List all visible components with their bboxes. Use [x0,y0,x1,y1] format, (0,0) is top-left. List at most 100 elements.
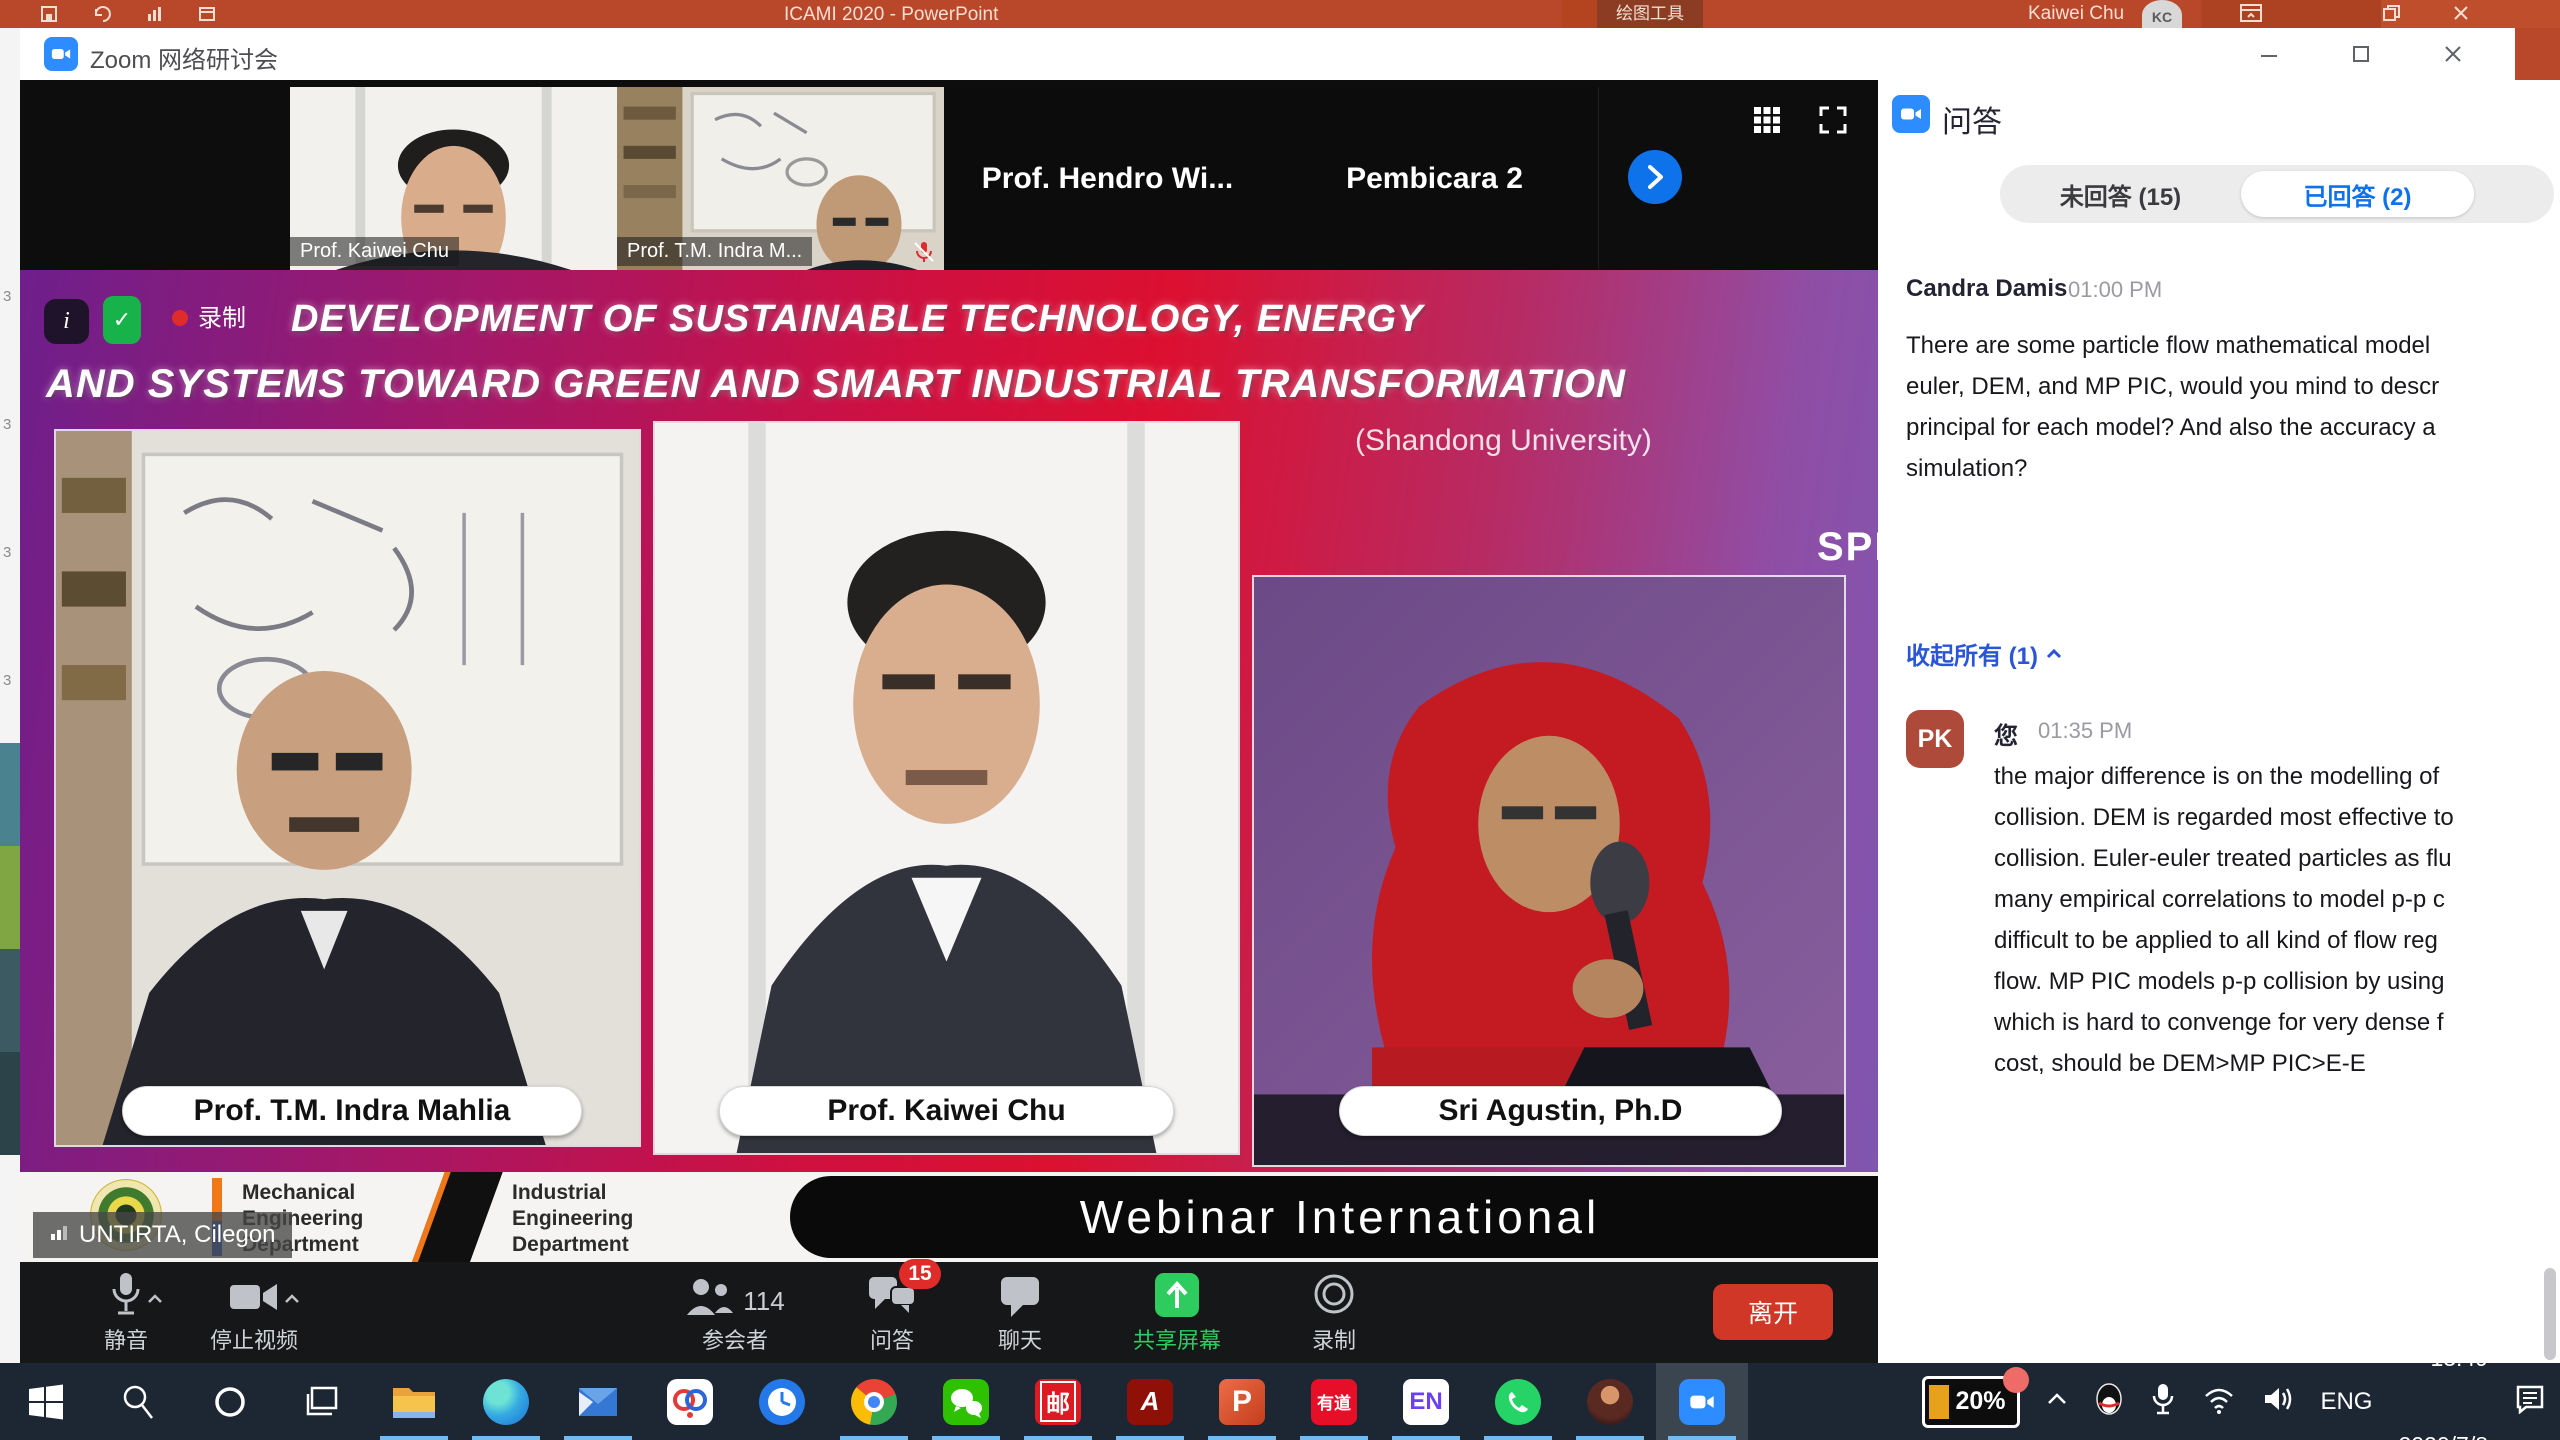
gallery-view-icon[interactable] [1752,105,1782,135]
recording-dot-icon [172,310,188,326]
system-tray: 20% ENG 13:49 2020/7/8 [1922,1286,2560,1440]
speaker-nameplate: Sri Agustin, Ph.D [1339,1086,1782,1136]
cortana-icon[interactable] [184,1363,276,1440]
video-options-caret[interactable] [284,1285,300,1311]
language-indicator[interactable]: ENG [2320,1388,2372,1416]
record-icon [1311,1271,1357,1317]
acrobat-icon[interactable]: A [1104,1363,1196,1440]
speaker-nameplate: Prof. T.M. Indra Mahlia [122,1086,582,1136]
zoom-taskbar-icon[interactable] [1656,1363,1748,1440]
answer-avatar: PK [1906,710,1964,768]
share-screen-button[interactable]: 共享屏幕 [1102,1262,1252,1363]
ppt-user-avatar[interactable]: KC [2142,0,2182,30]
collapse-all-link[interactable]: 收起所有 (1) [1906,636,2062,671]
answer-author: 您 [1994,716,2018,751]
battery-fill [1929,1385,1949,1419]
chevron-up-icon [2046,648,2062,660]
minimize-button[interactable] [2253,38,2285,70]
slide-affiliation: (Shandong University) [1355,424,1652,458]
question-text: There are some particle flow mathematica… [1906,325,2439,489]
video-thumbnail-kaiwei[interactable]: Prof. Kaiwei Chu [290,87,617,270]
muted-mic-icon [912,240,936,264]
qa-panel: 问答 未回答 (15) 已回答 (2) Candra Damis 01:00 P… [1878,80,2560,1363]
mic-icon [109,1271,143,1317]
netease-mail-icon[interactable]: 邮 [1012,1363,1104,1440]
recording-status-label: 录制 [198,298,246,333]
close-button[interactable] [2437,38,2469,70]
ppt-restore-icon[interactable] [2382,4,2412,24]
qa-button[interactable]: 15 问答 [846,1262,938,1363]
search-icon[interactable] [92,1363,184,1440]
meeting-info-icon[interactable]: i [44,299,89,344]
battery-indicator[interactable]: 20% [1922,1376,2020,1428]
slide-title-line2: AND SYSTEMS TOWARD GREEN AND SMART INDUS… [46,362,1626,407]
undo-icon[interactable] [92,5,112,28]
next-page-arrow-button[interactable] [1628,150,1682,204]
clock-app-icon[interactable] [736,1363,828,1440]
video-tile-hendro[interactable]: Prof. Hendro Wi... [944,87,1272,270]
ppt-quick-access-toolbar [40,5,216,28]
window-icon[interactable] [198,5,216,28]
camera-icon [228,1277,280,1317]
battery-alert-dot [2003,1367,2029,1393]
fullscreen-icon[interactable] [1818,105,1848,135]
thumbnail-name-label: Prof. Kaiwei Chu [290,237,459,266]
video-feed-kaiwei [653,421,1240,1155]
ppt-close-icon[interactable] [2452,4,2482,24]
mail-icon[interactable] [552,1363,644,1440]
encryption-shield-icon[interactable]: ✓ [103,296,141,344]
zoom-toolbar: 静音 停止视频 114 参会者 15 [20,1262,1878,1363]
whatsapp-icon[interactable] [1472,1363,1564,1440]
edge-browser-icon[interactable] [460,1363,552,1440]
stop-video-button[interactable]: 停止视频 [208,1262,300,1363]
qq-tray-icon[interactable] [2094,1381,2124,1422]
powerpoint-icon[interactable]: P [1196,1363,1288,1440]
chart-icon[interactable] [146,5,164,28]
ppt-background-corner [2515,28,2560,80]
qa-panel-title: 问答 [1942,97,2002,141]
chrome-icon[interactable] [828,1363,920,1440]
video-thumbnail-indra[interactable]: Prof. T.M. Indra M... [617,87,944,270]
signal-bars-icon [49,1221,69,1249]
tray-chevron-icon[interactable] [2046,1391,2068,1412]
question-author: Candra Damis [1906,275,2067,303]
video-feed-indra [54,429,641,1147]
qa-badge: 15 [899,1259,941,1289]
tab-answered[interactable]: 已回答 (2) [2241,171,2474,217]
save-icon[interactable] [40,5,58,28]
chat-button[interactable]: 聊天 [974,1262,1066,1363]
youdao-icon[interactable]: 有道 [1288,1363,1380,1440]
dark-app-icon[interactable] [1564,1363,1656,1440]
file-explorer-icon[interactable] [368,1363,460,1440]
ppt-ribbon-options-icon[interactable] [2240,4,2270,24]
mute-button[interactable]: 静音 [80,1262,172,1363]
ppt-slide-panel-sliver: 3 3 3 3 [0,28,20,1363]
share-screen-icon [1155,1273,1199,1317]
speaker-tray-icon[interactable] [2262,1384,2294,1419]
wechat-icon[interactable] [920,1363,1012,1440]
mic-options-caret[interactable] [147,1285,163,1311]
video-thumbnail-strip: Prof. Kaiwei Chu Prof. T.M. Indra M... P… [20,80,1878,270]
webinar-title: Webinar International [790,1176,1878,1258]
start-button[interactable] [0,1363,92,1440]
leave-button[interactable]: 离开 [1713,1284,1833,1340]
answer-text: the major difference is on the modelling… [1994,756,2454,1084]
shared-screen-stage: i ✓ 录制 DEVELOPMENT OF SUSTAINABLE TECHNO… [20,270,1878,1262]
network-tray-icon[interactable] [2202,1384,2236,1419]
rings-app-icon[interactable] [644,1363,736,1440]
window-title: Zoom 网络研讨会 [90,40,278,75]
ppt-user-name: Kaiwei Chu [2028,3,2124,25]
action-center-icon[interactable] [2514,1384,2546,1419]
video-tile-pembicara[interactable]: Pembicara 2 [1271,87,1599,270]
record-button[interactable]: 录制 [1288,1262,1380,1363]
thumbnail-name-label: Prof. T.M. Indra M... [617,237,812,266]
task-view-icon[interactable] [276,1363,368,1440]
endnote-icon[interactable]: EN [1380,1363,1472,1440]
ppt-drawing-tools-tab[interactable]: 绘图工具 [1597,0,1703,28]
participants-button[interactable]: 114 参会者 [660,1262,810,1363]
clock-datetime[interactable]: 13:49 2020/7/8 [2398,1286,2488,1440]
maximize-button[interactable] [2345,38,2377,70]
mic-tray-icon[interactable] [2150,1382,2176,1421]
tab-unanswered[interactable]: 未回答 (15) [2000,165,2241,223]
zoom-titlebar: Zoom 网络研讨会 [20,28,2515,81]
